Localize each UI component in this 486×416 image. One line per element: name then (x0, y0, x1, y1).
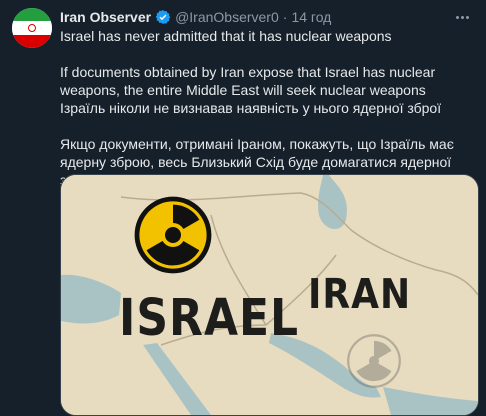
flag-emblem-icon (28, 24, 36, 32)
more-dot (460, 15, 464, 19)
israel-label: ISRAEL (119, 289, 300, 348)
avatar[interactable] (12, 8, 52, 48)
flag-stripe-red (12, 34, 52, 48)
more-options-icon[interactable] (452, 8, 472, 26)
verified-badge-icon (155, 10, 171, 24)
radiation-icon (134, 196, 212, 274)
separator-dot: · (282, 9, 288, 25)
author-handle[interactable]: @IranObserver0 (175, 9, 279, 25)
tweet-header: Iran Observer @IranObserver0 · 14 год (60, 7, 474, 27)
author-name[interactable]: Iran Observer (60, 9, 151, 25)
tweet-text: Israel has never admitted that it has nu… (60, 27, 480, 189)
tweet-image[interactable]: ISRAEL IRAN (60, 174, 479, 416)
flag-stripe-green (12, 8, 52, 22)
english-line: Israel has never admitted that it has nu… (60, 28, 392, 44)
iran-label: IRAN (308, 271, 412, 319)
timestamp[interactable]: 14 год (291, 9, 331, 25)
english-paragraph: If documents obtained by Iran expose tha… (60, 64, 436, 98)
more-dot (455, 15, 459, 19)
ukrainian-line: Ізраїль ніколи не визнавав наявність у н… (60, 100, 442, 116)
faded-radiation-icon (347, 334, 401, 388)
more-dot (465, 15, 469, 19)
